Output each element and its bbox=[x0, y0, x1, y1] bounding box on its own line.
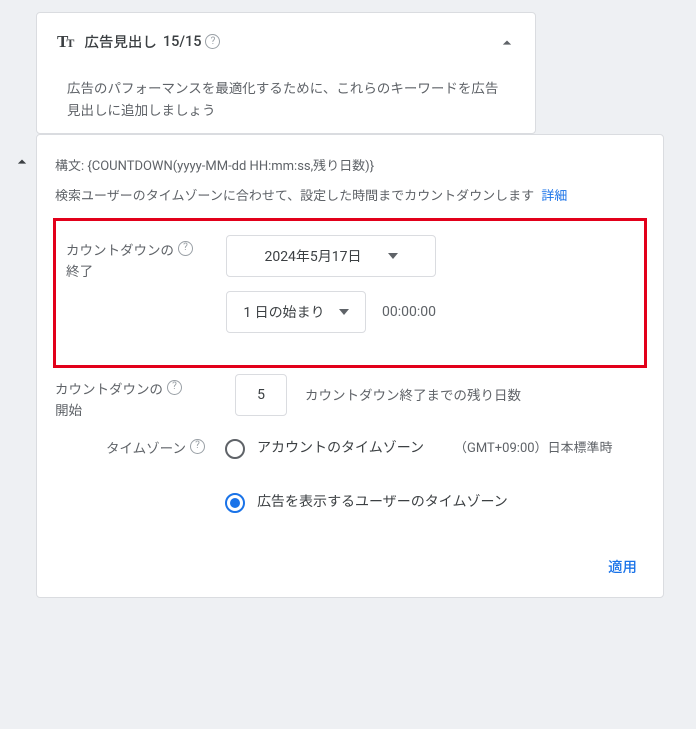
radio-user-timezone[interactable]: 広告を表示するユーザーのタイムゾーン bbox=[225, 491, 645, 513]
text-tt-icon: TT bbox=[57, 32, 72, 52]
optimization-description: 広告のパフォーマンスを最適化するために、これらのキーワードを広告見出しに追加しま… bbox=[37, 60, 535, 133]
help-icon[interactable]: ? bbox=[167, 380, 182, 395]
day-start-value: 1 日の始まり bbox=[243, 302, 324, 322]
start-days-input[interactable]: 5 bbox=[235, 374, 287, 416]
countdown-end-label-a: カウントダウンの bbox=[66, 241, 174, 263]
headline-card: TT 広告見出し 15/15 ? 広告のパフォーマンスを最適化するために、これら… bbox=[36, 12, 536, 134]
timezone-label: タイムゾーン ? bbox=[55, 437, 215, 461]
radio-user-label: 広告を表示するユーザーのタイムゾーン bbox=[257, 491, 508, 513]
start-days-value: 5 bbox=[257, 387, 265, 403]
apply-button[interactable]: 適用 bbox=[600, 550, 645, 583]
help-icon[interactable]: ? bbox=[190, 439, 205, 454]
countdown-end-label: カウントダウンの ? 終了 bbox=[66, 235, 226, 284]
radio-account-timezone[interactable]: アカウントのタイムゾーン （GMT+09:00）日本標準時 bbox=[225, 437, 645, 459]
chevron-up-icon bbox=[12, 152, 32, 172]
collapse-button[interactable] bbox=[497, 33, 515, 51]
countdown-start-label-a: カウントダウンの bbox=[55, 380, 163, 402]
end-time-value: 00:00:00 bbox=[382, 304, 436, 320]
syntax-line: 構文: {COUNTDOWN(yyyy-MM-dd HH:mm:ss,残り日数)… bbox=[55, 155, 645, 174]
radio-account-label: アカウントのタイムゾーン bbox=[257, 437, 424, 459]
countdown-end-label-b: 終了 bbox=[66, 262, 93, 284]
explainer-line: 検索ユーザーのタイムゾーンに合わせて、設定した時間までカウントダウンします 詳細 bbox=[55, 186, 645, 208]
end-date-select[interactable]: 2024年5月17日 bbox=[226, 235, 436, 277]
chevron-up-icon bbox=[497, 33, 517, 53]
outer-collapse-caret[interactable] bbox=[8, 12, 36, 172]
countdown-start-label-b: 開始 bbox=[55, 401, 82, 423]
headline-count: 15/15 bbox=[163, 33, 202, 50]
dropdown-icon bbox=[388, 253, 398, 259]
countdown-start-label: カウントダウンの ? 開始 bbox=[55, 374, 215, 423]
account-timezone-extra: （GMT+09:00）日本標準時 bbox=[454, 437, 613, 456]
countdown-panel: 構文: {COUNTDOWN(yyyy-MM-dd HH:mm:ss,残り日数)… bbox=[36, 134, 664, 598]
details-link[interactable]: 詳細 bbox=[541, 189, 567, 204]
help-icon[interactable]: ? bbox=[178, 241, 193, 256]
highlighted-end-section: カウントダウンの ? 終了 2024年5月17日 1 日の始まり bbox=[53, 218, 647, 368]
dropdown-icon bbox=[339, 309, 349, 315]
day-start-select[interactable]: 1 日の始まり bbox=[226, 291, 366, 333]
radio-unchecked-icon bbox=[225, 439, 245, 459]
card-title: 広告見出し bbox=[84, 31, 157, 52]
end-date-value: 2024年5月17日 bbox=[264, 246, 361, 266]
radio-checked-icon bbox=[225, 493, 245, 513]
start-days-hint: カウントダウン終了までの残り日数 bbox=[305, 374, 521, 404]
timezone-label-text: タイムゾーン bbox=[106, 439, 186, 461]
help-icon[interactable]: ? bbox=[205, 34, 220, 49]
explainer-text: 検索ユーザーのタイムゾーンに合わせて、設定した時間までカウントダウンします bbox=[55, 189, 534, 204]
